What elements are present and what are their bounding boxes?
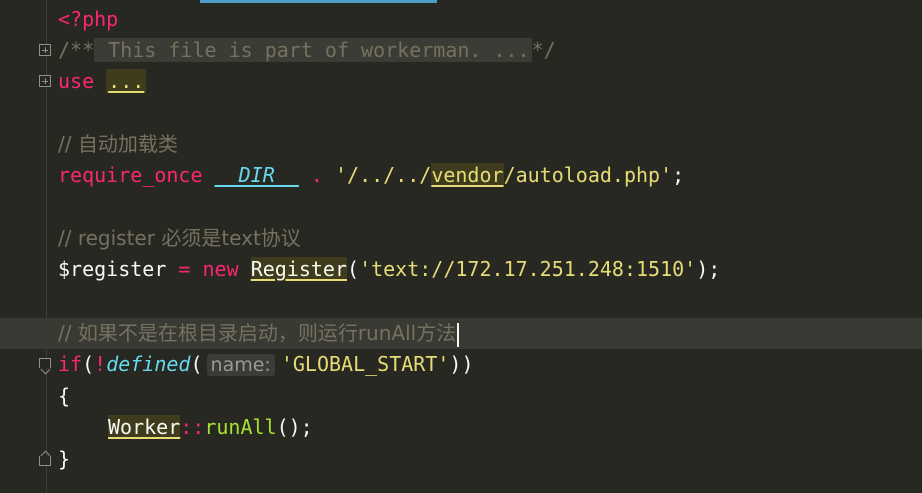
code-line-8[interactable]: // register 必须是text协议 (0, 223, 922, 254)
doc-comment-folded[interactable]: This file is part of workerman. ... (94, 38, 532, 62)
doc-comment-close: */ (531, 38, 556, 62)
defined-function: defined (106, 352, 191, 376)
not-operator: ! (94, 352, 107, 376)
comment-runall: // 如果不是在根目录启动，则运行runAll方法 (58, 321, 457, 345)
text-caret (457, 322, 460, 347)
comment-register: // register 必须是text协议 (58, 226, 301, 250)
code-line-6[interactable]: require_once __DIR__ . '/../../vendor/au… (0, 160, 922, 191)
code-line-14[interactable]: Worker::runAll(); (0, 412, 922, 443)
fold-collapsed-icon[interactable] (39, 44, 51, 56)
register-class[interactable]: Register (250, 257, 348, 281)
scope-operator: :: (180, 415, 205, 439)
code-line-5[interactable]: // 自动加载类 (0, 129, 922, 160)
paren-open: ( (347, 257, 360, 281)
fold-end-icon[interactable] (39, 456, 51, 466)
use-folded[interactable]: ... (106, 69, 147, 93)
code-line-12[interactable]: if(!defined(name: 'GLOBAL_START')) (0, 349, 922, 380)
assign-operator: = (178, 257, 191, 281)
code-line-9[interactable]: $register = new Register('text://172.17.… (0, 254, 922, 285)
active-tab-indicator (200, 0, 437, 3)
new-keyword: new (202, 257, 239, 281)
php-open-tag: <?php (58, 7, 119, 31)
paren-close: ); (696, 257, 721, 281)
path-string-end: /autoload.php' (503, 163, 673, 187)
fold-collapsed-icon[interactable] (39, 75, 51, 87)
brace-close: } (58, 447, 71, 471)
global-start-string: 'GLOBAL_START' (280, 352, 450, 376)
runall-method: runAll (204, 415, 277, 439)
code-line-13[interactable]: { (0, 381, 922, 412)
call-end: (); (276, 415, 313, 439)
use-keyword: use (58, 69, 95, 93)
doc-comment-open: /** (58, 38, 95, 62)
if-keyword: if (58, 352, 83, 376)
path-string-start: '/../../ (334, 163, 432, 187)
if-close-parens: )) (449, 352, 474, 376)
brace-open: { (58, 384, 71, 408)
comment-autoload: // 自动加载类 (58, 132, 178, 156)
code-line-11[interactable]: // 如果不是在根目录启动，则运行runAll方法 (0, 318, 922, 349)
code-line-2[interactable]: /** This file is part of workerman. ... *… (0, 35, 922, 66)
worker-class[interactable]: Worker (108, 415, 181, 439)
dir-constant: __DIR__ (214, 163, 299, 187)
require-once-keyword: require_once (58, 163, 203, 187)
code-line-3[interactable]: use ... (0, 66, 922, 97)
semicolon: ; (672, 163, 685, 187)
code-line-1[interactable]: <?php (0, 4, 922, 35)
code-line-15[interactable]: } (0, 444, 922, 475)
parameter-hint: name: (206, 354, 275, 376)
path-vendor[interactable]: vendor (431, 163, 504, 187)
register-variable: $register (58, 257, 167, 281)
register-address-string: 'text://172.17.251.248:1510' (359, 257, 697, 281)
fold-start-icon[interactable] (39, 358, 51, 368)
code-editor[interactable]: <?php /** This file is part of workerman… (0, 0, 922, 493)
concat-operator: . (310, 163, 323, 187)
